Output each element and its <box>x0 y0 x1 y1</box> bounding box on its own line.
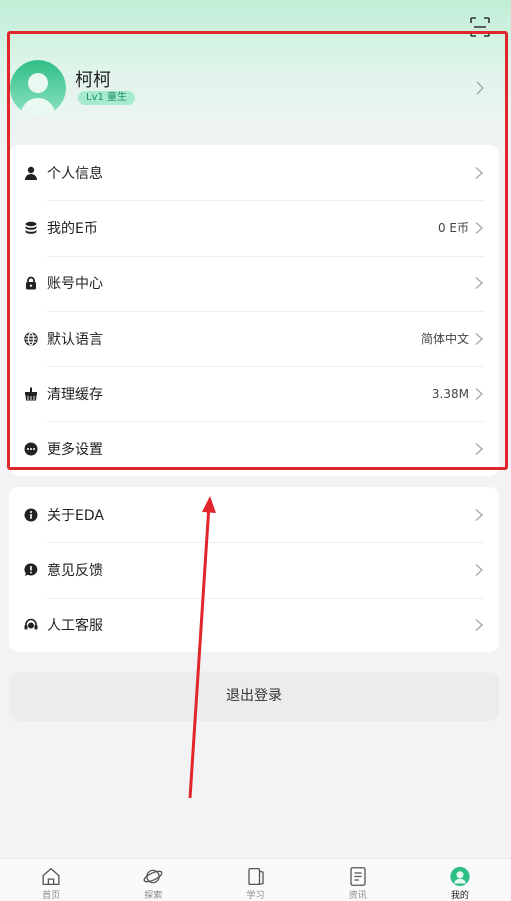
settings-row-label: 我的E币 <box>47 220 98 237</box>
about-row-about-eda[interactable]: 关于EDA <box>9 487 499 542</box>
chevron-right-icon <box>475 332 484 345</box>
tab-label: 首页 <box>42 891 61 901</box>
settings-row-label: 个人信息 <box>47 165 103 182</box>
chevron-right-icon <box>475 563 484 576</box>
settings-card: 个人信息 我的E币 0 E币 账号中心 默认语言 简体中文 清理缓存 3.38M <box>9 145 499 476</box>
tab-mine[interactable]: 我的 <box>409 859 511 901</box>
tab-label: 探索 <box>144 891 163 901</box>
tab-study[interactable]: 学习 <box>204 859 306 901</box>
globe-icon <box>23 331 39 347</box>
more-icon <box>23 441 39 457</box>
avatar[interactable] <box>10 60 66 116</box>
settings-row-value: 3.38M <box>431 386 469 401</box>
feedback-icon <box>23 562 39 578</box>
settings-row-label: 更多设置 <box>47 442 103 459</box>
settings-row-personal-info[interactable]: 个人信息 <box>9 145 499 200</box>
about-row-customer-service[interactable]: 人工客服 <box>9 597 499 653</box>
broom-icon <box>23 386 39 402</box>
about-row-feedback[interactable]: 意见反馈 <box>9 542 499 597</box>
book-icon <box>247 867 264 886</box>
chevron-right-icon <box>476 81 485 95</box>
tab-explore[interactable]: 探索 <box>102 859 204 901</box>
settings-row-label: 清理缓存 <box>47 386 103 403</box>
planet-icon <box>143 869 163 884</box>
chevron-right-icon <box>475 443 484 456</box>
scan-icon[interactable] <box>469 16 491 38</box>
level-badge: Lv1 童生 <box>78 91 136 105</box>
tab-label: 学习 <box>246 891 265 901</box>
settings-row-my-ecoin[interactable]: 我的E币 0 E币 <box>9 200 499 255</box>
settings-row-label: 默认语言 <box>47 331 103 348</box>
document-icon <box>350 867 366 886</box>
settings-row-more-settings[interactable]: 更多设置 <box>9 421 499 476</box>
home-icon <box>42 867 60 886</box>
tab-label: 我的 <box>450 891 469 901</box>
about-row-label: 人工客服 <box>47 618 103 635</box>
settings-row-label: 账号中心 <box>47 276 103 293</box>
profile-name: 柯柯 <box>75 70 111 91</box>
avatar-icon <box>450 866 470 887</box>
chevron-right-icon <box>475 166 484 179</box>
chevron-right-icon <box>475 387 484 400</box>
lock-icon <box>23 275 39 291</box>
tab-label: 资讯 <box>348 891 367 901</box>
about-row-label: 关于EDA <box>47 507 104 524</box>
about-card: 关于EDA 意见反馈 人工客服 <box>9 487 499 652</box>
bottom-tab-bar: 首页 探索 学习 资讯 我的 <box>0 858 511 901</box>
chevron-right-icon <box>475 619 484 632</box>
settings-row-account-center[interactable]: 账号中心 <box>9 255 499 311</box>
person-icon <box>23 165 39 181</box>
logout-button[interactable]: 退出登录 <box>9 672 499 721</box>
coins-icon <box>23 220 39 236</box>
tab-home[interactable]: 首页 <box>0 859 102 901</box>
settings-row-clear-cache[interactable]: 清理缓存 3.38M <box>9 366 499 421</box>
settings-row-default-language[interactable]: 默认语言 简体中文 <box>9 310 499 366</box>
info-icon <box>23 507 39 523</box>
headset-icon <box>23 617 39 633</box>
chevron-right-icon <box>475 221 484 234</box>
chevron-right-icon <box>475 277 484 290</box>
settings-row-value: 0 E币 <box>437 221 469 236</box>
tab-news[interactable]: 资讯 <box>307 859 409 901</box>
about-row-label: 意见反馈 <box>47 562 103 579</box>
profile-header[interactable]: 柯柯 Lv1 童生 <box>8 58 488 120</box>
chevron-right-icon <box>475 508 484 521</box>
settings-row-value: 简体中文 <box>420 332 469 347</box>
